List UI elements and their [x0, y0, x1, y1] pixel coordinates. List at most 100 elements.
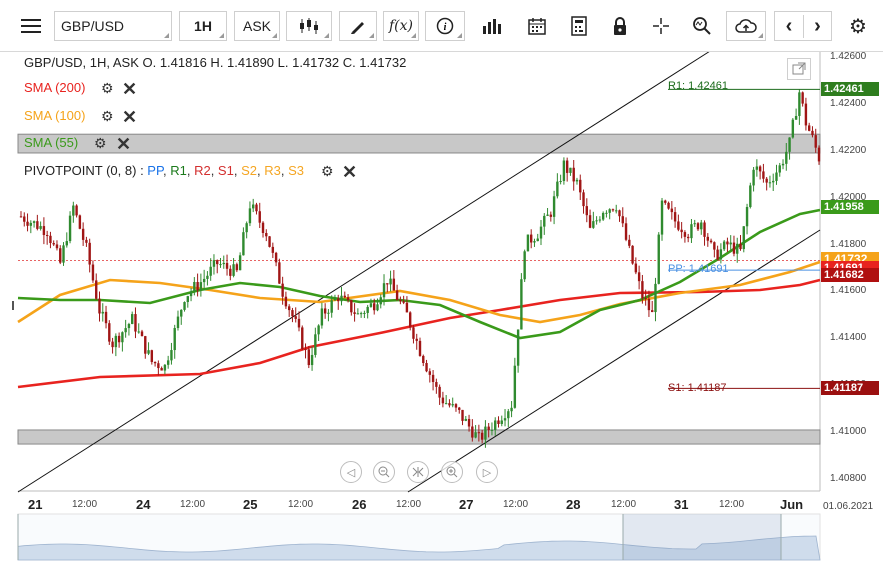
- zoom-in-button[interactable]: [441, 461, 463, 483]
- candle: [62, 242, 65, 266]
- history-nav-group: ‹ ›: [774, 11, 832, 41]
- pivot-item-r2: R2: [194, 163, 211, 178]
- scroll-left-button[interactable]: ◁: [340, 461, 362, 483]
- candle: [68, 211, 72, 244]
- sma100-label[interactable]: SMA (100): [24, 108, 85, 123]
- menu-hamburger-icon[interactable]: [14, 11, 48, 41]
- timeframe-value: 1H: [194, 18, 212, 34]
- pivot-item-pp: PP: [147, 163, 163, 178]
- time-hour-tick: 12:00: [396, 499, 422, 510]
- zoom-out-button[interactable]: [373, 461, 395, 483]
- candle: [278, 258, 281, 284]
- candle: [526, 234, 530, 252]
- forward-chevron-icon[interactable]: ›: [803, 14, 831, 38]
- chart-toolbar: GBP/USD 1H ASK f(x) i ‹ › ⚙: [0, 0, 883, 52]
- chart-type-candles-icon[interactable]: [286, 11, 332, 41]
- price-tick: 1.42200: [830, 144, 867, 156]
- r1-level-label: R1: 1.42461: [668, 80, 728, 92]
- sma100-remove-close-icon[interactable]: ✕: [122, 108, 137, 126]
- timeframe-select[interactable]: 1H: [179, 11, 227, 41]
- sma55-remove-close-icon[interactable]: ✕: [116, 135, 131, 153]
- time-day-tick: 26: [352, 497, 367, 512]
- scroll-right-button[interactable]: ▷: [476, 461, 498, 483]
- calculator-icon[interactable]: [560, 11, 598, 41]
- pivot-items: PP, R1, R2, S1, S2, R3, S3: [147, 163, 304, 178]
- s1-level-label: S1: 1.41187: [668, 382, 727, 394]
- candle: [742, 226, 745, 253]
- symbol-select[interactable]: GBP/USD: [54, 11, 172, 41]
- time-hour-tick: 12:00: [503, 499, 529, 510]
- calendar-icon[interactable]: [518, 11, 556, 41]
- candle: [301, 325, 304, 351]
- lock-icon[interactable]: [602, 11, 638, 41]
- pivot-remove-close-icon[interactable]: ✕: [342, 163, 357, 181]
- pivot-item-s1: S1: [217, 163, 234, 178]
- price-tick: 1.41400: [830, 332, 867, 344]
- time-day-tick: 21: [28, 497, 43, 512]
- support-resistance-zone: [17, 429, 821, 445]
- time-day-tick: 28: [566, 497, 581, 512]
- time-hour-tick: 12:00: [719, 499, 745, 510]
- candle: [791, 118, 795, 139]
- pivot-legend[interactable]: PIVOTPOINT (0, 8) : PP, R1, R2, S1, S2, …: [24, 163, 304, 178]
- candle: [562, 157, 566, 185]
- pivot-name: PIVOTPOINT (0, 8): [24, 163, 137, 178]
- price-side-select[interactable]: ASK: [234, 11, 280, 41]
- pp-level-label: PP: 1.41691: [668, 263, 729, 275]
- ohlc-header: GBP/USD, 1H, ASK O. 1.41816 H. 1.41890 L…: [24, 55, 407, 70]
- candle: [520, 273, 523, 330]
- drawing-pen-icon[interactable]: [339, 11, 377, 41]
- fx-label: f(x): [388, 18, 413, 34]
- pivot-item-s3: S3: [288, 163, 304, 178]
- candle: [631, 245, 634, 265]
- sma100-settings-gear-icon[interactable]: ⚙: [101, 108, 114, 125]
- price-label-tag: 1.41682: [821, 268, 879, 283]
- price-tick: 1.41600: [830, 285, 867, 297]
- time-hour-tick: 12:00: [611, 499, 637, 510]
- candle: [268, 236, 271, 248]
- time-hour-tick: 12:00: [180, 499, 206, 510]
- price-side-value: ASK: [242, 18, 271, 34]
- support-resistance-zone: [17, 133, 821, 154]
- time-day-tick: 31: [674, 497, 689, 512]
- navigator-window[interactable]: [623, 514, 781, 560]
- price-label-tag: 1.41958: [821, 200, 879, 215]
- price-label-tag: 1.42461: [821, 82, 879, 97]
- symbol-value: GBP/USD: [61, 18, 125, 34]
- time-hour-tick: 12:00: [72, 499, 98, 510]
- pivot-item-s2: S2: [241, 163, 257, 178]
- price-tick: 1.41800: [830, 238, 867, 250]
- pivot-item-r3: R3: [264, 163, 281, 178]
- time-day-tick: 24: [136, 497, 151, 512]
- sma55-label[interactable]: SMA (55): [24, 135, 78, 150]
- sma200-settings-gear-icon[interactable]: ⚙: [101, 80, 114, 97]
- reset-view-button[interactable]: [407, 461, 429, 483]
- price-tick: 1.40800: [830, 473, 867, 485]
- sma55-settings-gear-icon[interactable]: ⚙: [94, 135, 107, 152]
- time-day-tick: Jun: [780, 497, 804, 512]
- back-chevron-icon[interactable]: ‹: [775, 15, 803, 38]
- candle: [657, 232, 660, 285]
- svg-text:i: i: [444, 22, 447, 33]
- crosshair-icon[interactable]: [643, 11, 679, 41]
- sma200-label[interactable]: SMA (200): [24, 80, 85, 95]
- sma200-remove-close-icon[interactable]: ✕: [122, 80, 137, 98]
- time-day-tick: 25: [243, 497, 258, 512]
- cloud-upload-icon[interactable]: [726, 11, 766, 41]
- pivot-sep: :: [136, 163, 148, 178]
- volume-bars-icon[interactable]: [473, 11, 511, 41]
- price-tick: 1.42600: [830, 50, 867, 62]
- candle: [749, 182, 752, 209]
- settings-gear-icon[interactable]: ⚙: [842, 11, 874, 41]
- candle: [660, 197, 664, 241]
- pivot-settings-gear-icon[interactable]: ⚙: [321, 163, 334, 180]
- expand-chart-icon[interactable]: [787, 58, 811, 80]
- zoom-search-icon[interactable]: [684, 11, 720, 41]
- candle: [523, 249, 526, 283]
- time-hour-tick: 12:00: [288, 499, 314, 510]
- price-tick: 1.42400: [830, 97, 867, 109]
- time-day-tick: 27: [459, 497, 474, 512]
- info-icon[interactable]: i: [425, 11, 465, 41]
- candle: [108, 320, 111, 345]
- indicators-fx-button[interactable]: f(x): [383, 11, 419, 41]
